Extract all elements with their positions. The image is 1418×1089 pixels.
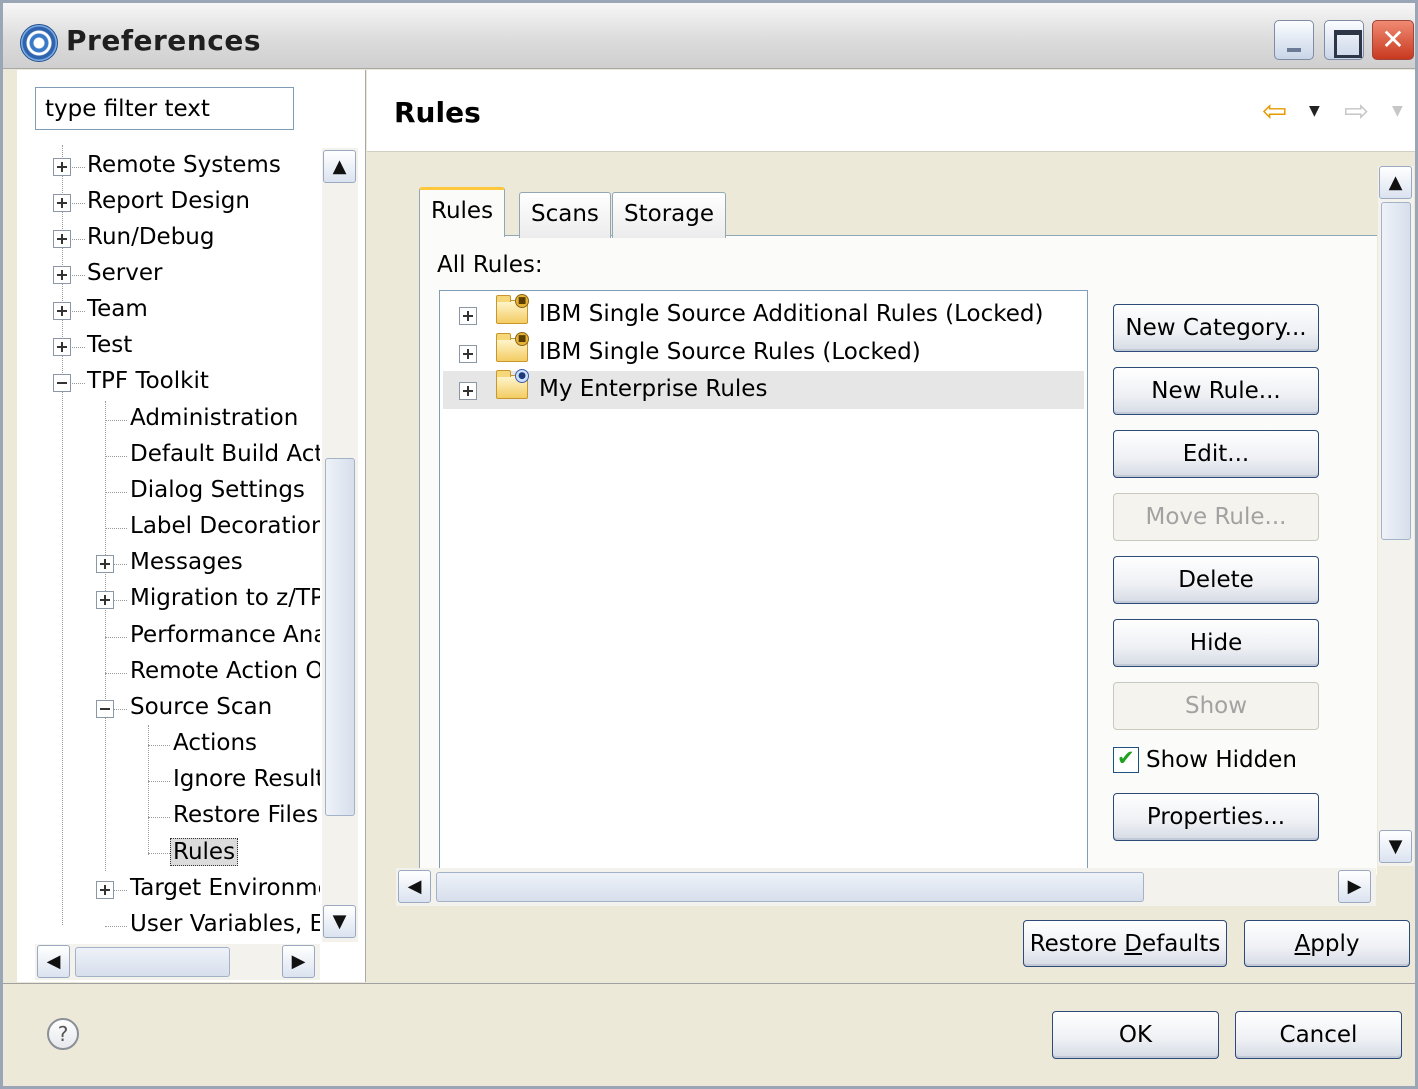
scroll-left-icon[interactable]: ◀ (37, 945, 70, 978)
expand-icon[interactable] (96, 881, 114, 899)
tree-item-label: Source Scan (130, 694, 272, 720)
tree-item-label: Messages (130, 549, 243, 575)
back-menu-chevron-icon[interactable]: ▼ (1309, 103, 1320, 119)
tree-item-label: Migration to z/TPF (130, 585, 320, 611)
expand-icon[interactable] (459, 382, 477, 400)
tree-item-label: Default Build Actic (130, 441, 320, 467)
button-text: Restore (1030, 931, 1125, 957)
scroll-down-icon[interactable]: ▼ (1379, 830, 1412, 863)
tree-horizontal-scrollbar[interactable]: ◀ ▶ (35, 944, 320, 980)
scrollbar-thumb[interactable] (436, 872, 1144, 902)
expand-icon[interactable] (459, 307, 477, 325)
tree-item-label: Run/Debug (87, 224, 215, 250)
expand-icon[interactable] (53, 230, 71, 248)
delete-button[interactable]: Delete (1113, 556, 1319, 604)
show-hidden-checkbox[interactable] (1113, 747, 1139, 773)
tree-item-label: User Variables, E: (130, 911, 320, 937)
collapse-icon[interactable] (96, 700, 114, 718)
scrollbar-thumb[interactable] (1381, 202, 1411, 540)
close-button[interactable] (1372, 20, 1414, 60)
rule-category-label: IBM Single Source Additional Rules (Lock… (539, 301, 1044, 327)
rule-category-row[interactable]: ● My Enterprise Rules (443, 371, 1084, 409)
preferences-gear-icon (20, 24, 58, 62)
tree-item-label: Actions (173, 730, 257, 756)
tab-storage[interactable]: Storage (612, 192, 726, 238)
tree-item-label: Report Design (87, 188, 250, 214)
edit-button[interactable]: Edit... (1113, 430, 1319, 478)
expand-icon[interactable] (53, 194, 71, 212)
ok-button[interactable]: OK (1052, 1011, 1219, 1059)
page-title: Rules (394, 96, 481, 129)
tree-item-label: Label Decorations (130, 513, 320, 539)
scroll-left-icon[interactable]: ◀ (398, 870, 431, 903)
move-rule-button[interactable]: Move Rule... (1113, 493, 1319, 541)
expand-icon[interactable] (96, 591, 114, 609)
scroll-right-icon[interactable]: ▶ (282, 945, 315, 978)
restore-defaults-button[interactable]: Restore Defaults (1023, 920, 1227, 967)
scrollbar-thumb[interactable] (75, 947, 230, 977)
hide-button[interactable]: Hide (1113, 619, 1319, 667)
rule-category-row[interactable]: ■ IBM Single Source Rules (Locked) (443, 334, 1084, 372)
forward-menu-chevron-icon[interactable]: ▼ (1392, 103, 1403, 119)
new-rule-button[interactable]: New Rule... (1113, 367, 1319, 415)
tree-item-label: Dialog Settings (130, 477, 305, 503)
scroll-right-icon[interactable]: ▶ (1338, 870, 1371, 903)
rule-category-row[interactable]: ■ IBM Single Source Additional Rules (Lo… (443, 296, 1084, 334)
back-arrow-icon[interactable]: ⇦ (1262, 97, 1287, 127)
tree-item-label: Team (87, 296, 148, 322)
scroll-up-icon[interactable]: ▲ (323, 150, 356, 183)
forward-arrow-icon[interactable]: ⇨ (1344, 97, 1369, 127)
tree-item-label: Rules (170, 838, 238, 866)
scroll-down-icon[interactable]: ▼ (323, 905, 356, 938)
tree-item-label: Performance Ana (130, 622, 320, 648)
tree-item-label: Test (87, 332, 132, 358)
help-icon[interactable]: ? (47, 1018, 79, 1050)
rule-category-label: IBM Single Source Rules (Locked) (539, 339, 921, 365)
window-title: Preferences (66, 24, 261, 57)
show-button[interactable]: Show (1113, 682, 1319, 730)
tree-item-label: Remote Systems (87, 152, 281, 178)
show-hidden-label: Show Hidden (1146, 747, 1297, 773)
properties-button[interactable]: Properties... (1113, 793, 1319, 841)
tree-item-label: Restore Files (173, 802, 318, 828)
collapse-icon[interactable] (53, 374, 71, 392)
tab-rules[interactable]: Rules (419, 187, 505, 237)
page-header (367, 70, 1415, 152)
all-rules-label: All Rules: (437, 252, 543, 278)
page-vertical-scrollbar[interactable]: ▲ ▼ (1378, 166, 1414, 866)
expand-icon[interactable] (459, 345, 477, 363)
apply-button[interactable]: Apply (1244, 920, 1410, 967)
tree-item-label: Administration (130, 405, 298, 431)
tree-item-label: Remote Action Op (130, 658, 320, 684)
button-text: efaults (1142, 931, 1220, 957)
maximize-button[interactable] (1324, 20, 1364, 60)
minimize-button[interactable] (1274, 20, 1314, 60)
expand-icon[interactable] (53, 158, 71, 176)
expand-icon[interactable] (53, 338, 71, 356)
lock-icon: ■ (515, 332, 529, 346)
page-horizontal-scrollbar[interactable]: ◀ ▶ (396, 868, 1376, 906)
scroll-up-icon[interactable]: ▲ (1379, 166, 1412, 199)
tree-item-label: Server (87, 260, 162, 286)
expand-icon[interactable] (53, 266, 71, 284)
cancel-button[interactable]: Cancel (1235, 1011, 1402, 1059)
button-text: pply (1310, 931, 1359, 957)
mnemonic-letter: A (1295, 931, 1311, 957)
tree-item-label: TPF Toolkit (87, 368, 209, 394)
tab-scans[interactable]: Scans (519, 192, 611, 238)
expand-icon[interactable] (53, 302, 71, 320)
tree-vertical-scrollbar[interactable]: ▲ ▼ (322, 148, 358, 942)
lock-icon: ■ (515, 294, 529, 308)
expand-icon[interactable] (96, 555, 114, 573)
mnemonic-letter: D (1124, 931, 1142, 957)
preference-tree: Remote Systems Report Design Run/Debug S… (17, 145, 320, 945)
tree-item-label: Ignore Result (173, 766, 320, 792)
rule-category-label: My Enterprise Rules (539, 376, 767, 402)
tree-item-label: Target Environme (130, 875, 320, 901)
new-category-button[interactable]: New Category... (1113, 304, 1319, 352)
scrollbar-thumb[interactable] (325, 458, 355, 816)
filter-input[interactable] (35, 87, 294, 130)
user-icon: ● (515, 369, 529, 383)
